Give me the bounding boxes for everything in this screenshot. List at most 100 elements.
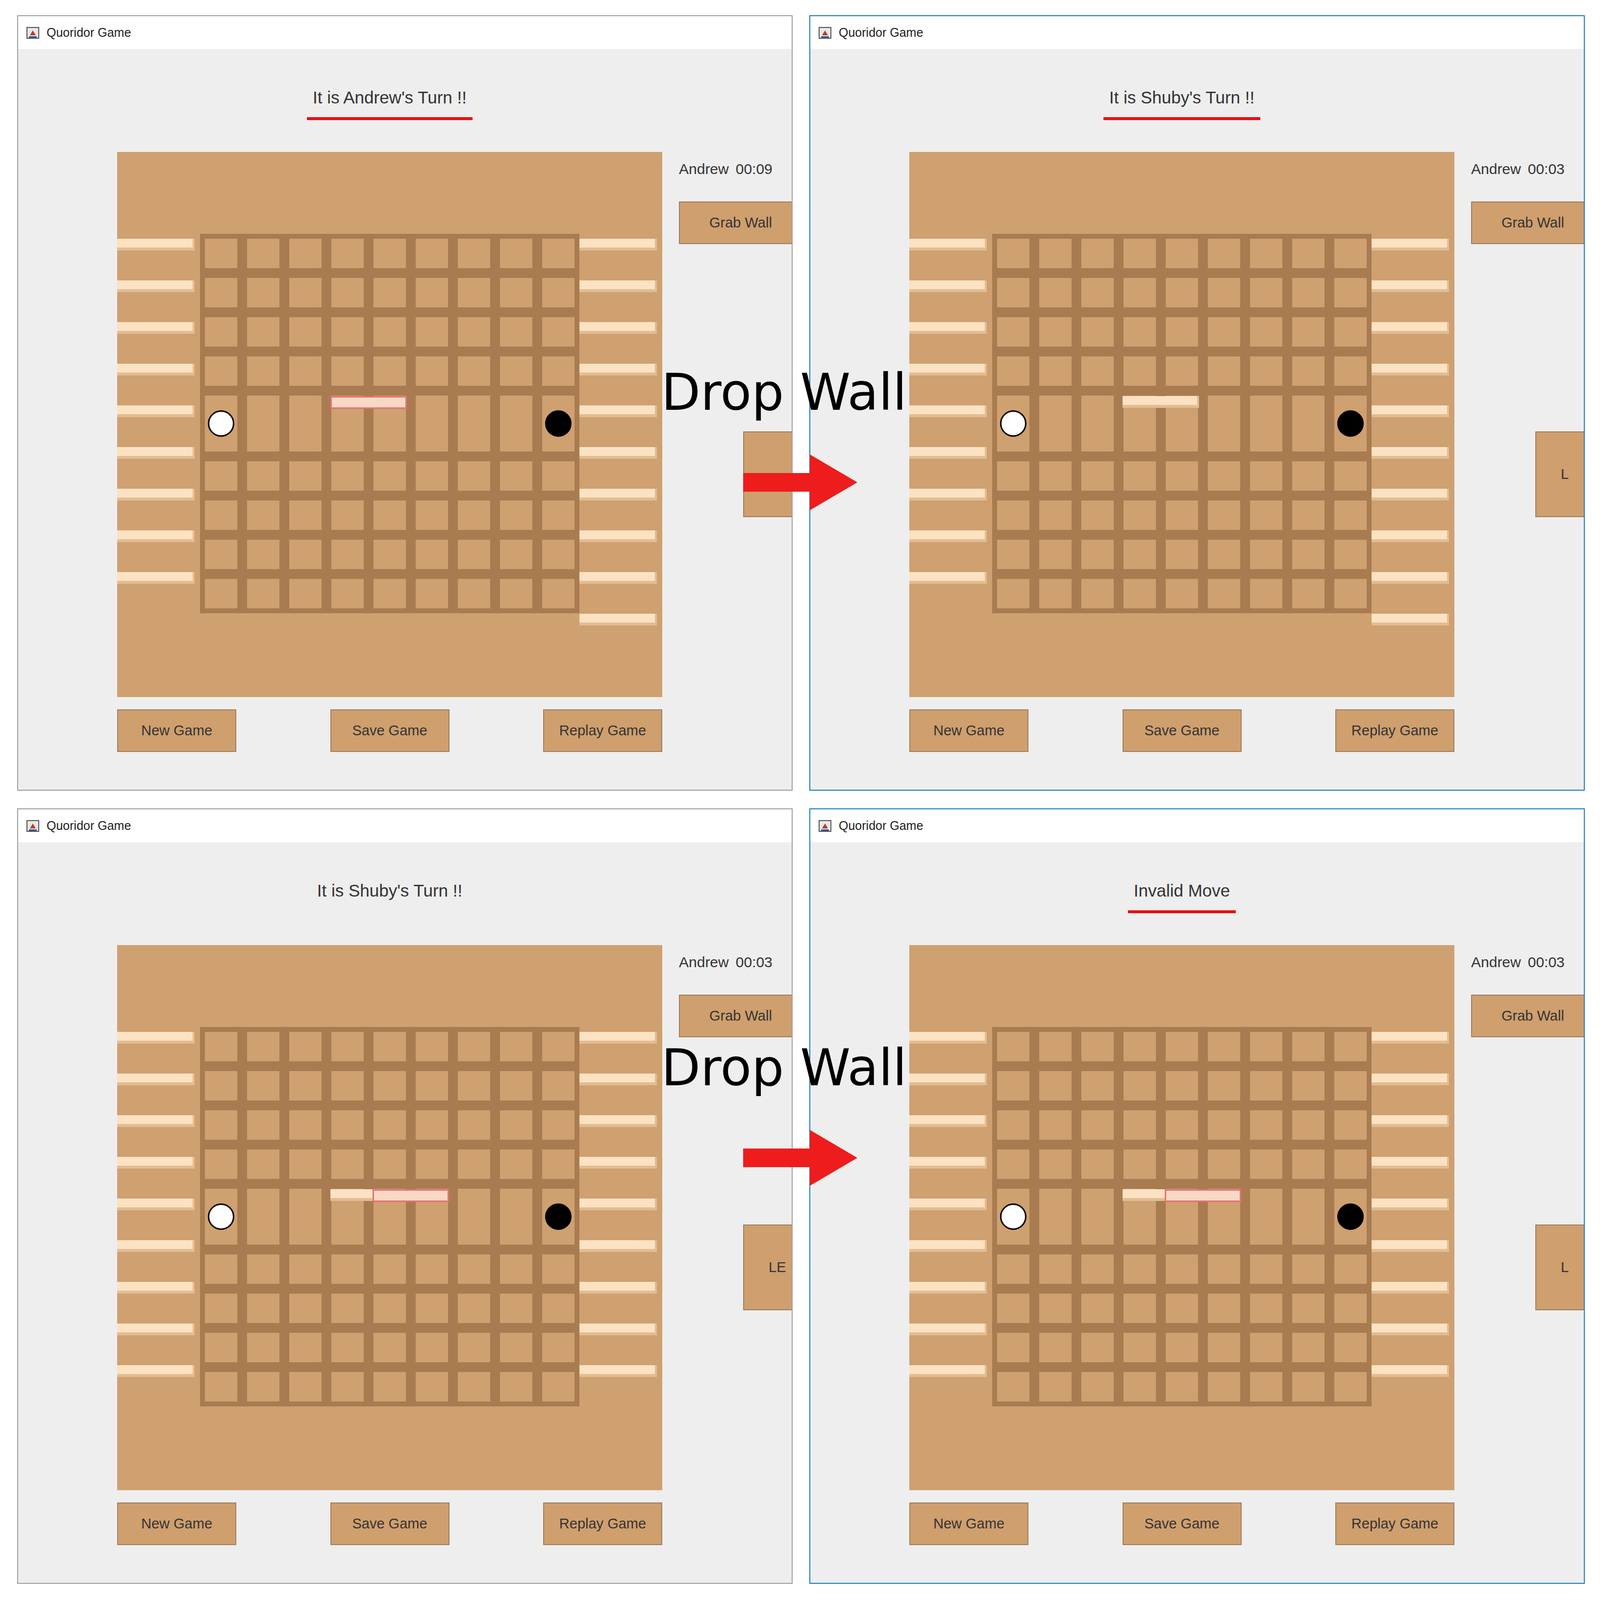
board-cell[interactable]: [1165, 356, 1199, 386]
board-cell[interactable]: [373, 500, 406, 530]
board-cell[interactable]: [997, 461, 1030, 491]
stock-wall[interactable]: [579, 1073, 657, 1086]
held-wall[interactable]: [330, 396, 407, 409]
placed-wall[interactable]: [1122, 396, 1200, 408]
board-cell[interactable]: [542, 539, 575, 570]
board-cell[interactable]: [500, 1071, 533, 1101]
board-cell[interactable]: [373, 539, 406, 570]
board-cell[interactable]: [373, 1254, 406, 1284]
board-cell[interactable]: [997, 500, 1030, 530]
board-cell[interactable]: [247, 1031, 280, 1062]
stock-wall[interactable]: [1371, 447, 1450, 459]
board-cell[interactable]: [1207, 1110, 1241, 1140]
board-cell[interactable]: [373, 277, 406, 308]
board-cell[interactable]: [1207, 1071, 1241, 1101]
board-cell[interactable]: [1039, 395, 1072, 452]
board-cell[interactable]: [331, 461, 364, 491]
game-button[interactable]: New Game: [117, 709, 237, 752]
side-button[interactable]: LE: [743, 1224, 793, 1311]
board-cell[interactable]: [1207, 461, 1241, 491]
board-cell[interactable]: [500, 539, 533, 570]
board-cell[interactable]: [1250, 277, 1283, 308]
board-cell[interactable]: [1081, 500, 1114, 530]
board-cell[interactable]: [415, 1149, 449, 1179]
board-cell[interactable]: [1334, 1254, 1367, 1284]
board-cell[interactable]: [1081, 1254, 1114, 1284]
board-cell[interactable]: [331, 500, 364, 530]
stock-wall[interactable]: [909, 1281, 987, 1294]
board-cell[interactable]: [415, 1372, 449, 1402]
board-cell[interactable]: [500, 356, 533, 386]
stock-wall[interactable]: [117, 1115, 195, 1127]
board-cell[interactable]: [500, 317, 533, 347]
board-cell[interactable]: [1334, 1110, 1367, 1140]
stock-wall[interactable]: [117, 363, 195, 376]
board-cell[interactable]: [204, 1188, 238, 1245]
board-cell[interactable]: [1292, 277, 1325, 308]
board-cell[interactable]: [1081, 395, 1114, 452]
board-cell[interactable]: [500, 1372, 533, 1402]
board-cell[interactable]: [1123, 461, 1156, 491]
board-cell[interactable]: [204, 1254, 238, 1284]
stock-wall[interactable]: [579, 1240, 657, 1252]
stock-wall[interactable]: [117, 1156, 195, 1169]
board-cell[interactable]: [542, 1254, 575, 1284]
board-cell[interactable]: [1039, 578, 1072, 609]
board-cell[interactable]: [415, 1110, 449, 1140]
board-cell[interactable]: [373, 1031, 406, 1062]
board-cell[interactable]: [1039, 1031, 1072, 1062]
stock-wall[interactable]: [1371, 613, 1450, 626]
board-cell[interactable]: [415, 1031, 449, 1062]
stock-wall[interactable]: [117, 1281, 195, 1294]
board-cell[interactable]: [1250, 395, 1283, 452]
pawn[interactable]: [1000, 1203, 1027, 1230]
board-cell[interactable]: [1334, 1332, 1367, 1363]
stock-wall[interactable]: [117, 488, 195, 501]
board-cell[interactable]: [1123, 539, 1156, 570]
game-button[interactable]: Save Game: [1122, 1502, 1242, 1546]
board-cell[interactable]: [997, 1254, 1030, 1284]
board-cell[interactable]: [1123, 1372, 1156, 1402]
stock-wall[interactable]: [117, 1365, 195, 1377]
stock-wall[interactable]: [117, 1240, 195, 1252]
board-cell[interactable]: [289, 500, 322, 530]
stock-wall[interactable]: [117, 405, 195, 418]
board-cell[interactable]: [331, 1332, 364, 1363]
board-cell[interactable]: [457, 578, 491, 609]
board-cell[interactable]: [1165, 539, 1199, 570]
board-cell[interactable]: [415, 539, 449, 570]
board-cell[interactable]: [1250, 1188, 1283, 1245]
board-cell[interactable]: [457, 395, 491, 452]
board-cell[interactable]: [1081, 356, 1114, 386]
board-cell[interactable]: [997, 395, 1030, 452]
board-cell[interactable]: [289, 356, 322, 386]
board-cell[interactable]: [1081, 1188, 1114, 1245]
board-cell[interactable]: [415, 356, 449, 386]
stock-wall[interactable]: [909, 530, 987, 543]
stock-wall[interactable]: [1371, 280, 1450, 293]
stock-wall[interactable]: [579, 322, 657, 334]
board-cell[interactable]: [415, 1071, 449, 1101]
stock-wall[interactable]: [1371, 572, 1450, 584]
board-cell[interactable]: [373, 1149, 406, 1179]
board-cell[interactable]: [331, 1293, 364, 1324]
stock-wall[interactable]: [579, 363, 657, 376]
board-cell[interactable]: [1292, 395, 1325, 452]
board-cell[interactable]: [373, 238, 406, 269]
board-cell[interactable]: [1165, 500, 1199, 530]
board-cell[interactable]: [1123, 1149, 1156, 1179]
board-cell[interactable]: [373, 317, 406, 347]
board-cell[interactable]: [1039, 1254, 1072, 1284]
board-cell[interactable]: [1039, 539, 1072, 570]
grab-wall-button[interactable]: Grab Wall: [678, 201, 793, 245]
board-cell[interactable]: [1165, 1372, 1199, 1402]
board-cell[interactable]: [1207, 1293, 1241, 1324]
board-cell[interactable]: [457, 277, 491, 308]
board-cell[interactable]: [457, 1188, 491, 1245]
board-cell[interactable]: [500, 1110, 533, 1140]
board-cell[interactable]: [500, 277, 533, 308]
board-cell[interactable]: [500, 1254, 533, 1284]
game-button[interactable]: New Game: [117, 1502, 237, 1546]
stock-wall[interactable]: [579, 405, 657, 418]
board-cell[interactable]: [247, 395, 280, 452]
